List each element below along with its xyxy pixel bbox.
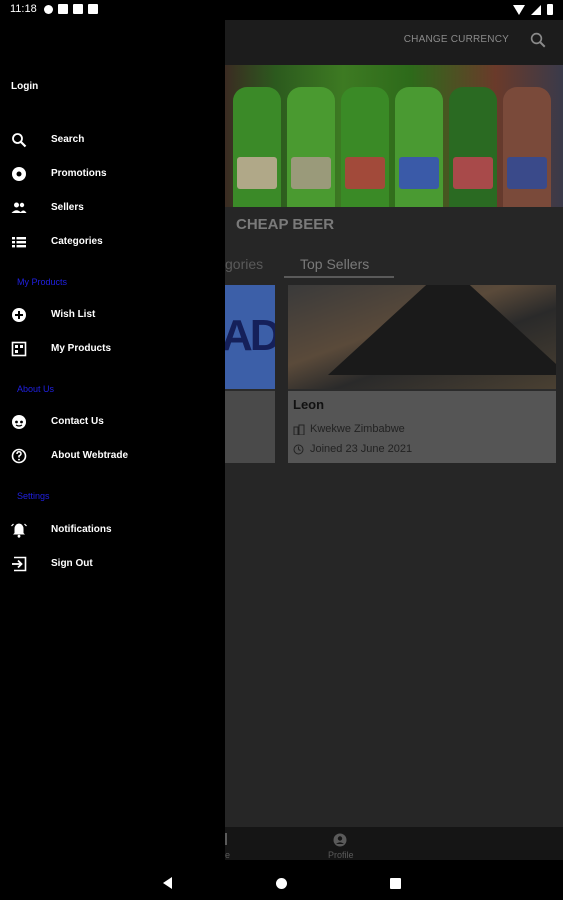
building-icon [293, 424, 305, 435]
battery-icon [547, 4, 553, 15]
seller-name: Leon [293, 397, 325, 412]
support-icon [12, 415, 26, 429]
tab-indicator [284, 276, 394, 278]
drawer-item-label: Sellers [51, 202, 84, 213]
drawer-item-promotions[interactable]: Promotions [0, 159, 225, 189]
change-currency-button[interactable]: CHANGE CURRENCY [404, 34, 509, 45]
promotions-icon [12, 167, 26, 181]
section-header-settings: Settings [17, 491, 50, 501]
navigation-drawer: Login Search Promotions Sellers Categori… [0, 20, 225, 860]
seller-card-footer [225, 391, 275, 463]
shop-title: CHEAP BEER [236, 216, 335, 233]
wifi-icon [513, 4, 525, 15]
section-header-my-products: My Products [17, 277, 68, 287]
back-icon[interactable] [163, 877, 172, 889]
drawer-item-label: Promotions [51, 168, 107, 179]
system-status-icons [513, 4, 553, 15]
home-circle-icon[interactable] [276, 878, 287, 889]
drawer-item-label: Search [51, 134, 85, 145]
drawer-item-wish-list[interactable]: Wish List [0, 300, 225, 330]
drawer-item-label: Contact Us [51, 416, 104, 427]
settings-notification-icon [44, 4, 53, 14]
sign-out-icon [12, 556, 27, 572]
clock-icon [293, 444, 304, 455]
drawer-item-my-products[interactable]: My Products [0, 334, 225, 364]
add-circle-icon [12, 308, 26, 322]
signal-icon [531, 4, 541, 15]
app-notification-icon [88, 4, 98, 14]
profile-icon[interactable] [333, 833, 347, 847]
drawer-item-sellers[interactable]: Sellers [0, 193, 225, 223]
help-icon [11, 448, 27, 464]
bell-icon [11, 523, 27, 538]
seller-card[interactable]: AD [225, 285, 275, 463]
app-notification-icon [58, 4, 68, 14]
seller-image: AD [225, 285, 275, 389]
nav-profile-label[interactable]: Profile [328, 850, 354, 860]
drawer-item-label: About Webtrade [51, 450, 129, 461]
login-button[interactable]: Login [11, 81, 38, 92]
seller-card-footer: Leon Kwekwe Zimbabwe Joined 23 June 2021 [288, 391, 556, 463]
drawer-item-label: Wish List [51, 309, 96, 320]
drawer-item-search[interactable]: Search [0, 125, 225, 155]
seller-card[interactable]: Leon Kwekwe Zimbabwe Joined 23 June 2021 [288, 285, 556, 463]
drawer-item-label: Categories [51, 236, 103, 247]
tab-categories[interactable]: gories [225, 256, 263, 272]
search-icon[interactable] [529, 31, 547, 49]
status-time: 11:18 [10, 3, 37, 15]
notification-icons [44, 4, 98, 14]
drawer-item-about-webtrade[interactable]: About Webtrade [0, 441, 225, 471]
seller-joined-date: Joined 23 June 2021 [310, 443, 413, 455]
drawer-item-label: Notifications [51, 524, 112, 535]
drawer-item-categories[interactable]: Categories [0, 227, 225, 257]
tab-top-sellers[interactable]: Top Sellers [300, 256, 369, 272]
shop-banner-image [225, 65, 563, 207]
drawer-item-label: Sign Out [51, 558, 93, 569]
search-icon [12, 133, 27, 148]
seller-location: Kwekwe Zimbabwe [310, 423, 405, 435]
status-bar: 11:18 [0, 0, 563, 20]
recent-apps-icon[interactable] [390, 878, 401, 889]
seller-image [288, 285, 556, 389]
drawer-item-contact-us[interactable]: Contact Us [0, 407, 225, 437]
app-notification-icon [73, 4, 83, 14]
drawer-item-label: My Products [51, 343, 112, 354]
system-navigation-bar [0, 860, 563, 900]
drawer-item-sign-out[interactable]: Sign Out [0, 549, 225, 579]
drawer-item-notifications[interactable]: Notifications [0, 515, 225, 545]
products-icon [11, 341, 27, 357]
section-header-about-us: About Us [17, 384, 55, 394]
categories-icon [12, 237, 26, 248]
sellers-icon [11, 202, 27, 213]
